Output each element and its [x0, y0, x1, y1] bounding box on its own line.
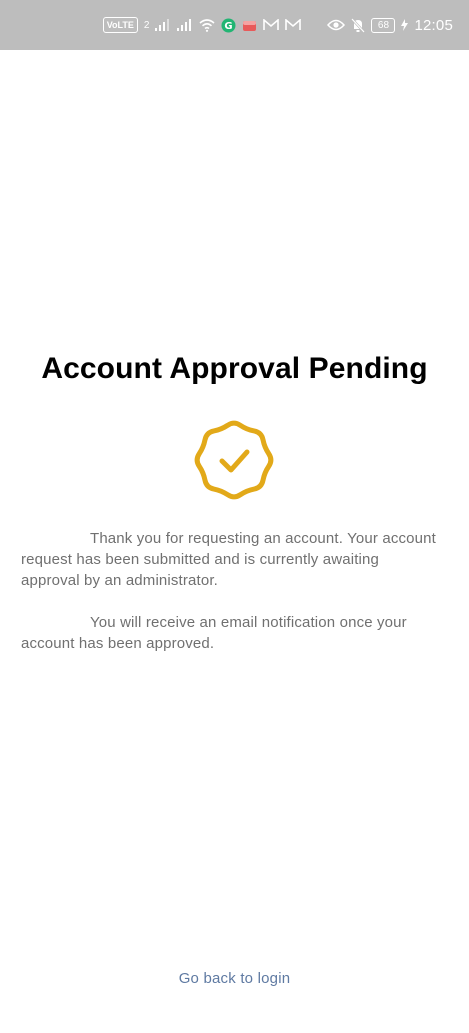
approval-message: Thank you for requesting an account. You… — [21, 530, 436, 589]
battery-indicator: 68 — [371, 17, 396, 33]
pending-check-badge-icon — [191, 417, 277, 503]
svg-text:G: G — [225, 21, 233, 32]
charging-icon — [401, 19, 409, 31]
grammarly-icon: G — [221, 18, 236, 33]
clock: 12:05 — [414, 16, 453, 34]
email-notification-message: You will receive an email notification o… — [21, 614, 407, 652]
sim-badge: 2 — [143, 19, 150, 31]
eye-icon — [327, 19, 346, 31]
wifi-icon — [199, 18, 215, 32]
volte-chip: VoLTE — [102, 17, 138, 33]
gmail-icon — [285, 19, 302, 31]
page-title: Account Approval Pending — [41, 352, 428, 385]
app-icon — [242, 18, 257, 33]
mute-icon — [351, 17, 366, 33]
gmail-icon — [263, 19, 280, 31]
status-bar: VoLTE 2 G 68 12:05 — [0, 0, 469, 50]
signal-icon — [177, 19, 193, 31]
signal-icon — [155, 19, 171, 31]
back-to-login-link[interactable]: Go back to login — [0, 970, 469, 987]
status-icons: VoLTE 2 G 68 12:05 — [102, 0, 453, 50]
